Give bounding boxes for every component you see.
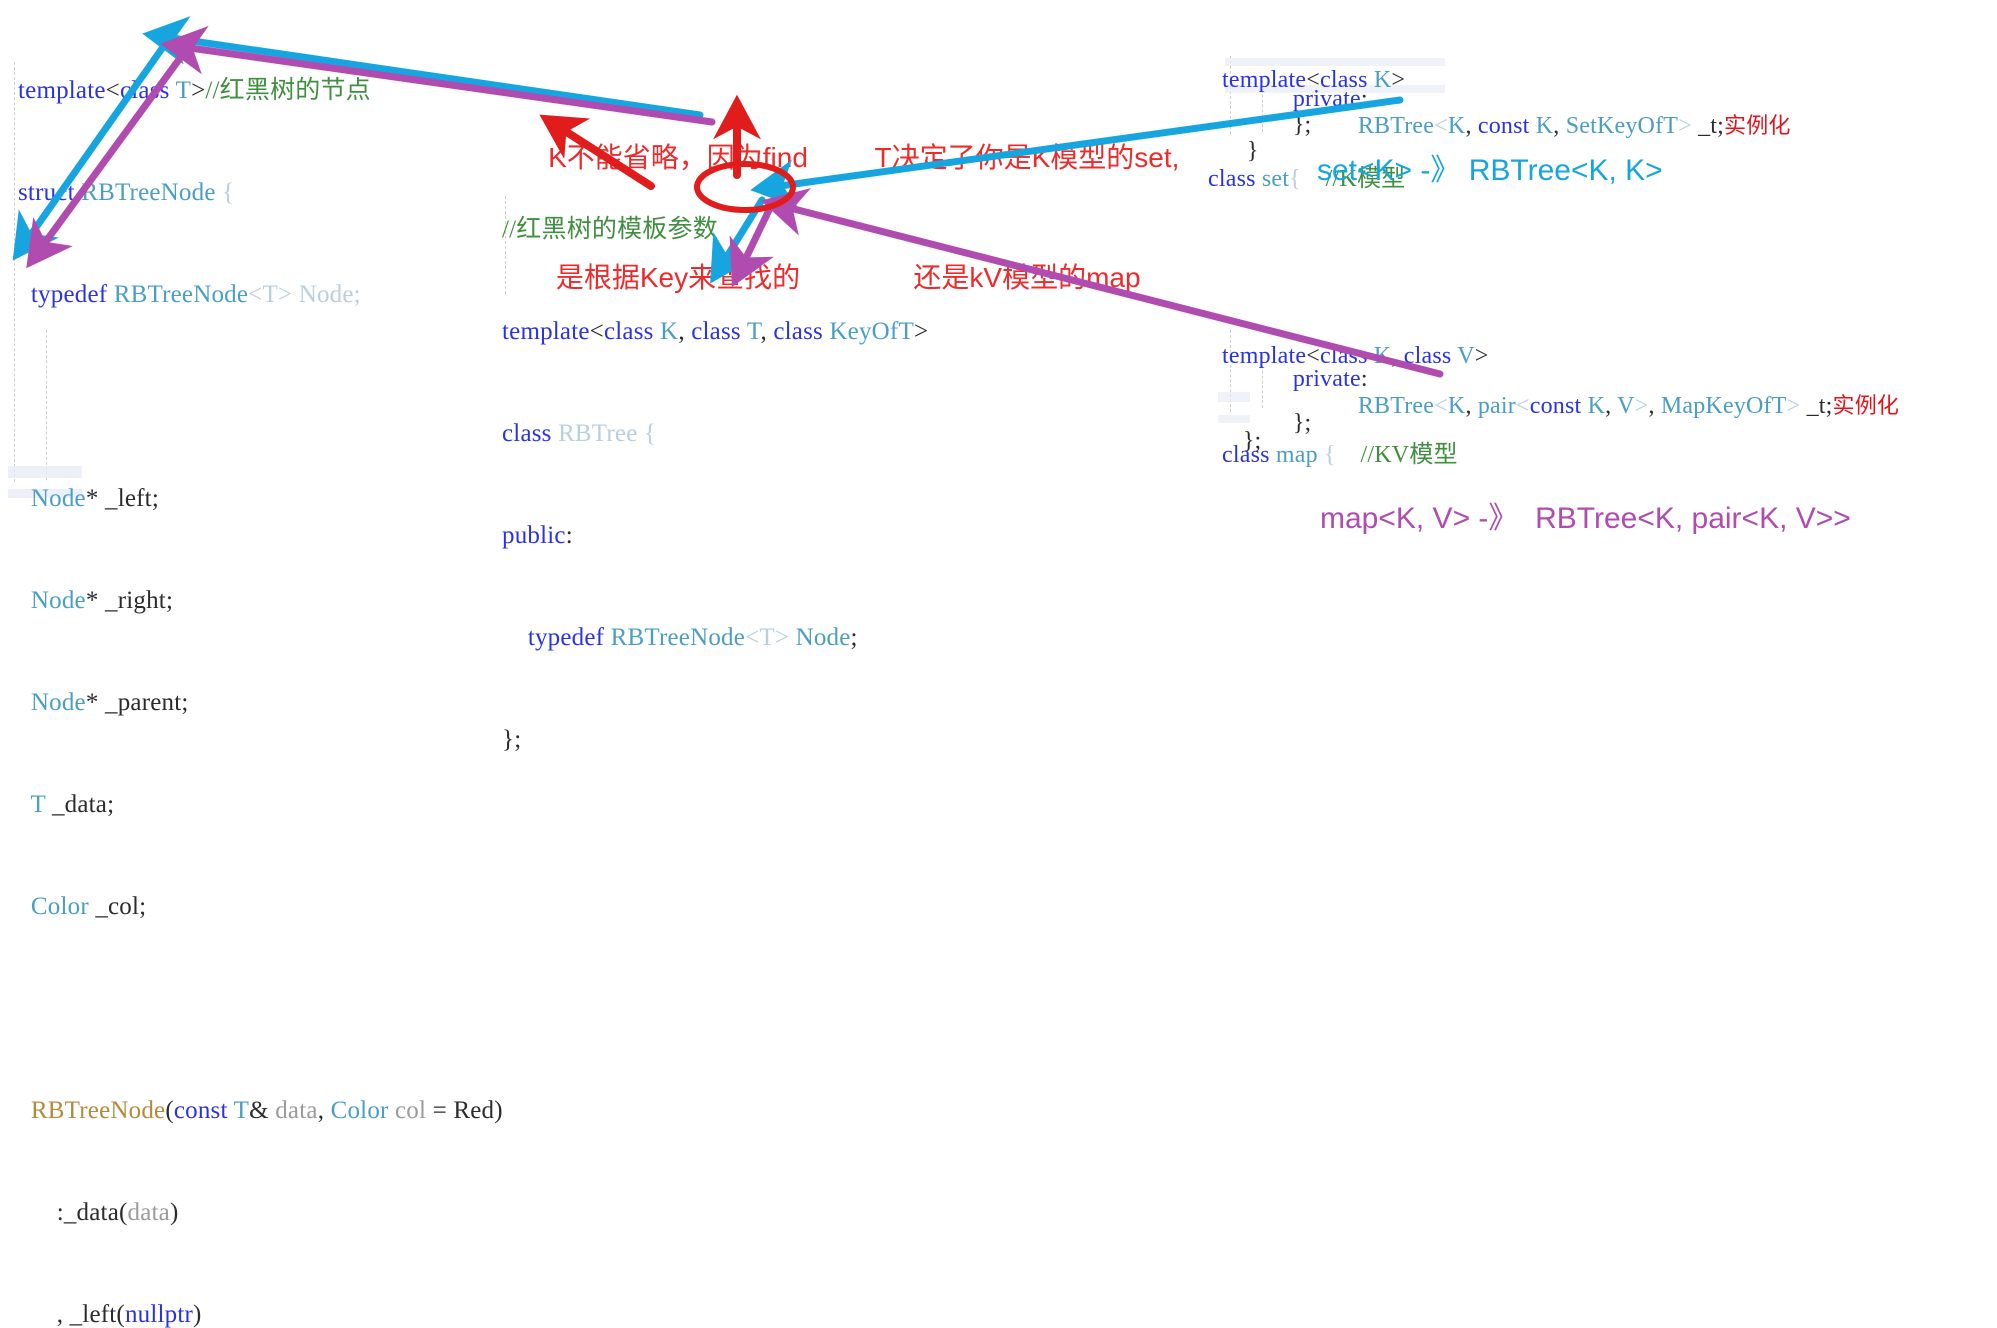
code-line: RBTreeNode(const T& data, Color col = Re… (30, 1097, 503, 1124)
code-line: :_data(data) (56, 1199, 179, 1226)
code-line-map-member: RBTree<K, pair<const K, V>, MapKeyOfT> _… (1357, 393, 1900, 419)
indent-guide (14, 62, 15, 482)
code-line: class RBTree { (502, 420, 657, 447)
screenshot-root: template<class T>//红黑树的节点 struct RBTreeN… (0, 0, 1997, 1328)
code-line: Color _col; (30, 893, 147, 920)
purple-annotation-map-mapping: map<K, V> -》 RBTree<K, pair<K, V>> (1320, 502, 1851, 535)
code-line: Node* _right; (30, 587, 174, 614)
red-annotation-t: T决定了你是K模型的set, 还是kV模型的map (862, 58, 1192, 378)
red-annotation-k-line2: 是根据Key来查找的 (555, 262, 801, 293)
code-block-rbtreenode: template<class T>//红黑树的节点 struct RBTreeN… (18, 6, 503, 1328)
code-line-map-closebrace: }; (1292, 410, 1312, 436)
code-line: struct RBTreeNode { (18, 179, 235, 206)
code-line: T _data; (30, 791, 115, 818)
red-annotation-k-line1: K不能省略，因为find (548, 142, 808, 173)
code-line: typedef RBTreeNode<T> Node; (30, 281, 361, 308)
code-line-set-end: } (1246, 138, 1259, 164)
instantiate-tag-map: 实例化 (1832, 393, 1900, 418)
code-line: template<class T>//红黑树的节点 (18, 77, 371, 104)
code-line: typedef RBTreeNode<T> Node; (527, 624, 858, 651)
red-annotation-t-line2: 还是kV模型的map (913, 262, 1141, 293)
code-line: }; (502, 726, 522, 753)
code-line: public: (502, 522, 573, 549)
blue-annotation-set-mapping: set<K> -》 RBTree<K, K> (1317, 154, 1663, 187)
code-line-map-end: }; (1242, 428, 1262, 454)
red-annotation-t-line1: T决定了你是K模型的set, (874, 142, 1180, 173)
red-annotation-k: K不能省略，因为find 是根据Key来查找的 (533, 58, 823, 378)
code-line: Node* _parent; (30, 689, 189, 716)
instantiate-tag-set: 实例化 (1724, 113, 1791, 138)
code-line: Node* _left; (30, 485, 159, 512)
code-line-set-closebrace: }; (1292, 112, 1312, 138)
code-line: , _left(nullptr) (56, 1301, 202, 1328)
